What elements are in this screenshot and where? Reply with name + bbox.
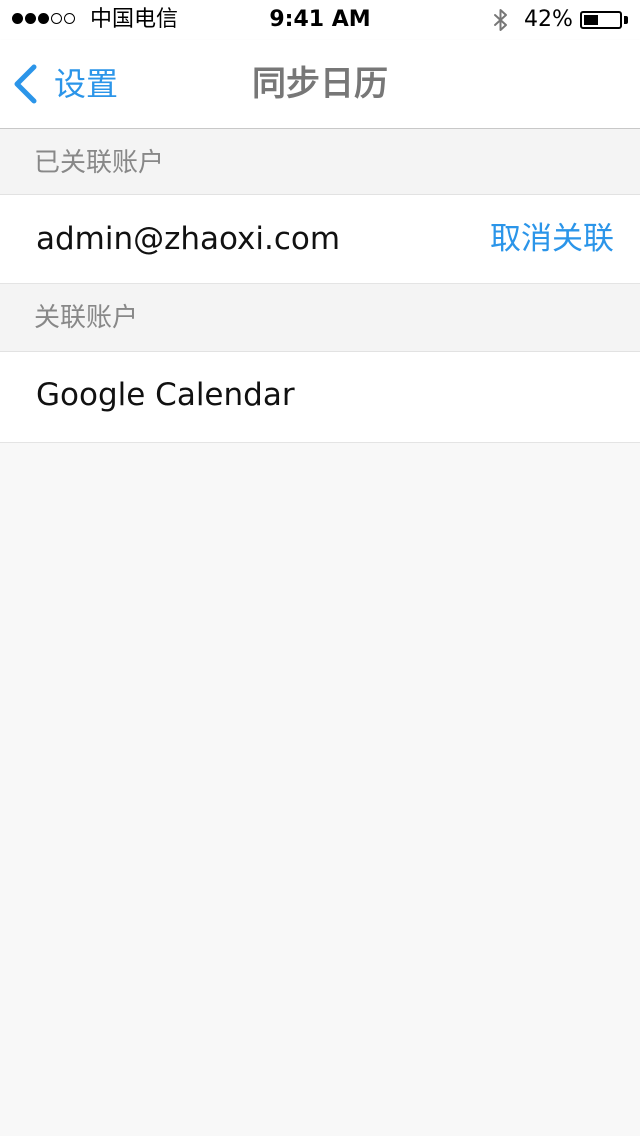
navigation-bar: 设置 同步日历 [0,40,640,129]
page-title: 同步日历 [252,64,388,104]
linked-account-email: admin@zhaoxi.com [36,221,341,257]
section-header-available: 关联账户 [0,284,640,352]
battery-percent: 42% [524,7,573,32]
bluetooth-icon [494,9,507,31]
battery-level [584,15,598,25]
list-item-google-calendar[interactable]: Google Calendar [0,352,640,443]
status-bar: 中国电信 9:41 AM 42% [0,0,640,40]
linked-account-row: admin@zhaoxi.com 取消关联 [0,195,640,284]
section-header-label: 关联账户 [34,303,139,333]
battery-tip [624,16,628,24]
unlink-button[interactable]: 取消关联 [490,221,614,257]
section-header-linked: 已关联账户 [0,129,640,195]
section-header-label: 已关联账户 [34,148,165,178]
battery-icon [580,11,622,29]
account-name: Google Calendar [36,377,295,413]
